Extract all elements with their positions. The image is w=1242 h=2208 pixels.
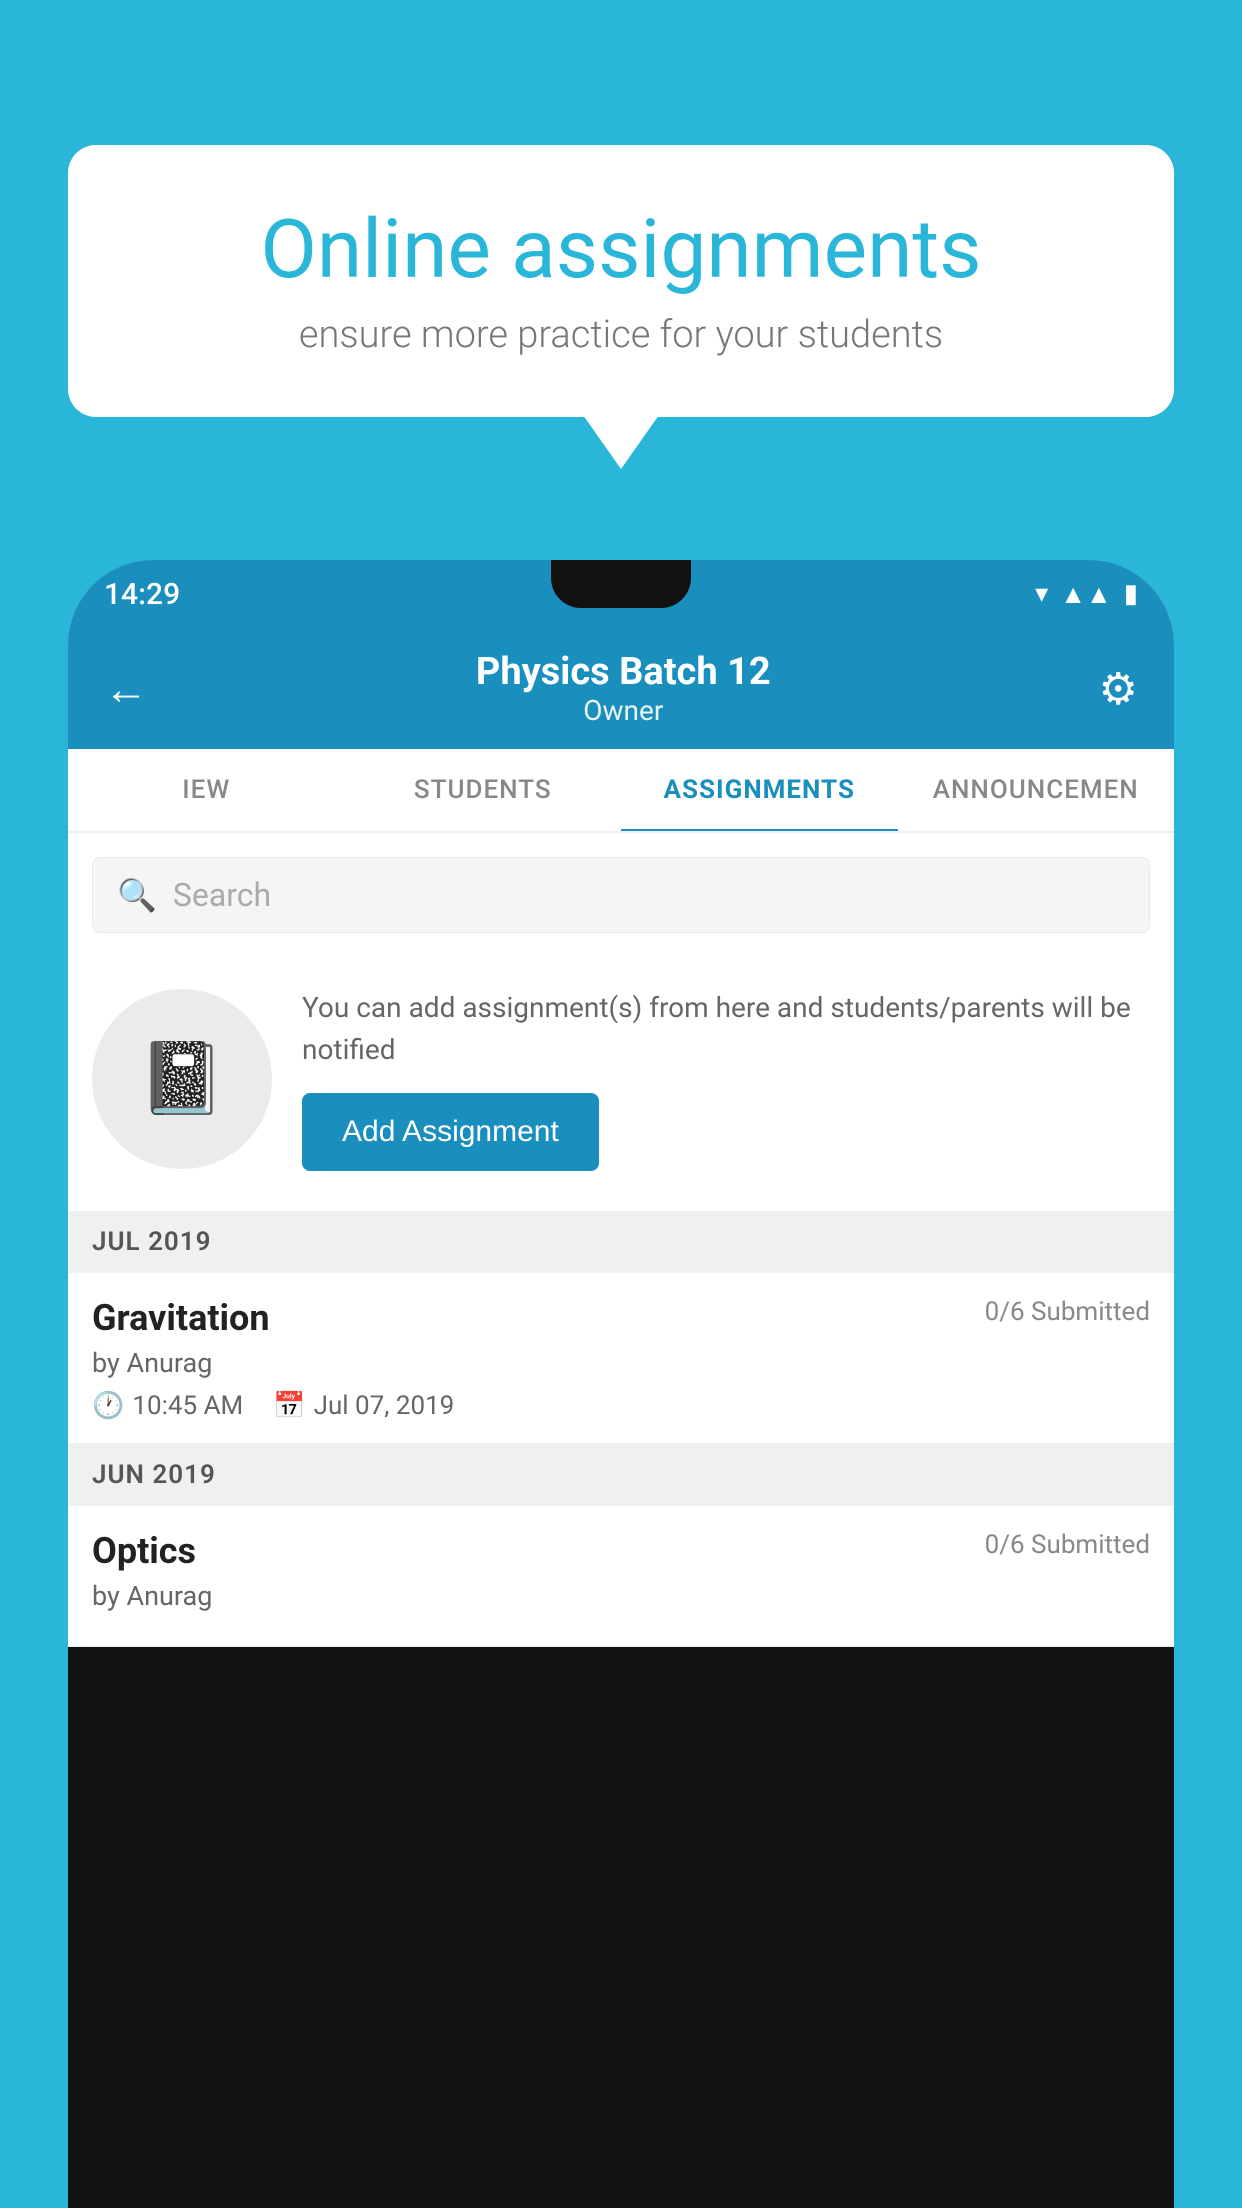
- app-header: ← Physics Batch 12 Owner ⚙: [68, 628, 1174, 749]
- batch-subtitle: Owner: [476, 694, 771, 727]
- assignment-date-gravitation: 📅 Jul 07, 2019: [273, 1391, 454, 1421]
- assignment-by-gravitation: by Anurag: [92, 1347, 1150, 1379]
- assignment-row-top: Gravitation 0/6 Submitted: [92, 1297, 1150, 1339]
- batch-title: Physics Batch 12: [476, 650, 771, 694]
- empty-icon-circle: 📓: [92, 989, 272, 1169]
- empty-text-block: You can add assignment(s) from here and …: [302, 987, 1150, 1171]
- tab-assignments[interactable]: ASSIGNMENTS: [621, 749, 898, 831]
- assignment-item-gravitation[interactable]: Gravitation 0/6 Submitted by Anurag 🕐 10…: [68, 1273, 1174, 1444]
- empty-description: You can add assignment(s) from here and …: [302, 987, 1150, 1071]
- tabs-bar: IEW STUDENTS ASSIGNMENTS ANNOUNCEMEN: [68, 749, 1174, 833]
- assignment-meta-gravitation: 🕐 10:45 AM 📅 Jul 07, 2019: [92, 1391, 1150, 1421]
- tab-overview[interactable]: IEW: [68, 749, 345, 831]
- assignment-row-top-optics: Optics 0/6 Submitted: [92, 1530, 1150, 1572]
- search-bar[interactable]: 🔍 Search: [92, 857, 1150, 933]
- assignment-by-optics: by Anurag: [92, 1580, 1150, 1612]
- section-header-jun: JUN 2019: [68, 1444, 1174, 1506]
- back-button[interactable]: ←: [104, 663, 148, 715]
- assignment-submitted-optics: 0/6 Submitted: [985, 1530, 1150, 1560]
- assignment-time-gravitation: 🕐 10:45 AM: [92, 1391, 243, 1421]
- add-assignment-button[interactable]: Add Assignment: [302, 1093, 599, 1171]
- calendar-icon: 📅: [273, 1391, 305, 1421]
- bubble-title: Online assignments: [138, 205, 1104, 295]
- section-header-jul: JUL 2019: [68, 1211, 1174, 1273]
- tab-students[interactable]: STUDENTS: [345, 749, 622, 831]
- assignment-name-optics: Optics: [92, 1530, 196, 1572]
- notch: [551, 560, 691, 608]
- app-content: 🔍 Search 📓 You can add assignment(s) fro…: [68, 857, 1174, 1647]
- search-icon: 🔍: [117, 876, 157, 914]
- signal-icon: ▲▲: [1060, 579, 1111, 610]
- battery-icon: ▮: [1124, 579, 1138, 609]
- status-icons: ▾ ▲▲ ▮: [1035, 579, 1138, 610]
- empty-state: 📓 You can add assignment(s) from here an…: [68, 957, 1174, 1211]
- settings-icon[interactable]: ⚙: [1099, 663, 1138, 715]
- bubble-subtitle: ensure more practice for your students: [138, 313, 1104, 357]
- assignment-item-optics[interactable]: Optics 0/6 Submitted by Anurag: [68, 1506, 1174, 1647]
- clock-icon: 🕐: [92, 1391, 124, 1421]
- tab-announcements[interactable]: ANNOUNCEMEN: [898, 749, 1175, 831]
- header-center: Physics Batch 12 Owner: [476, 650, 771, 727]
- phone-screen: 14:29 ▾ ▲▲ ▮ ← Physics Batch 12 Owner ⚙ …: [68, 560, 1174, 1647]
- phone-frame: 14:29 ▾ ▲▲ ▮ ← Physics Batch 12 Owner ⚙ …: [68, 560, 1174, 2208]
- assignment-name-gravitation: Gravitation: [92, 1297, 270, 1339]
- wifi-icon: ▾: [1035, 579, 1048, 609]
- search-placeholder: Search: [173, 876, 271, 914]
- speech-bubble: Online assignments ensure more practice …: [68, 145, 1174, 417]
- status-time: 14:29: [104, 577, 180, 612]
- notebook-icon: 📓: [138, 1038, 225, 1120]
- assignment-submitted-gravitation: 0/6 Submitted: [985, 1297, 1150, 1327]
- speech-bubble-container: Online assignments ensure more practice …: [68, 145, 1174, 417]
- status-bar: 14:29 ▾ ▲▲ ▮: [68, 560, 1174, 628]
